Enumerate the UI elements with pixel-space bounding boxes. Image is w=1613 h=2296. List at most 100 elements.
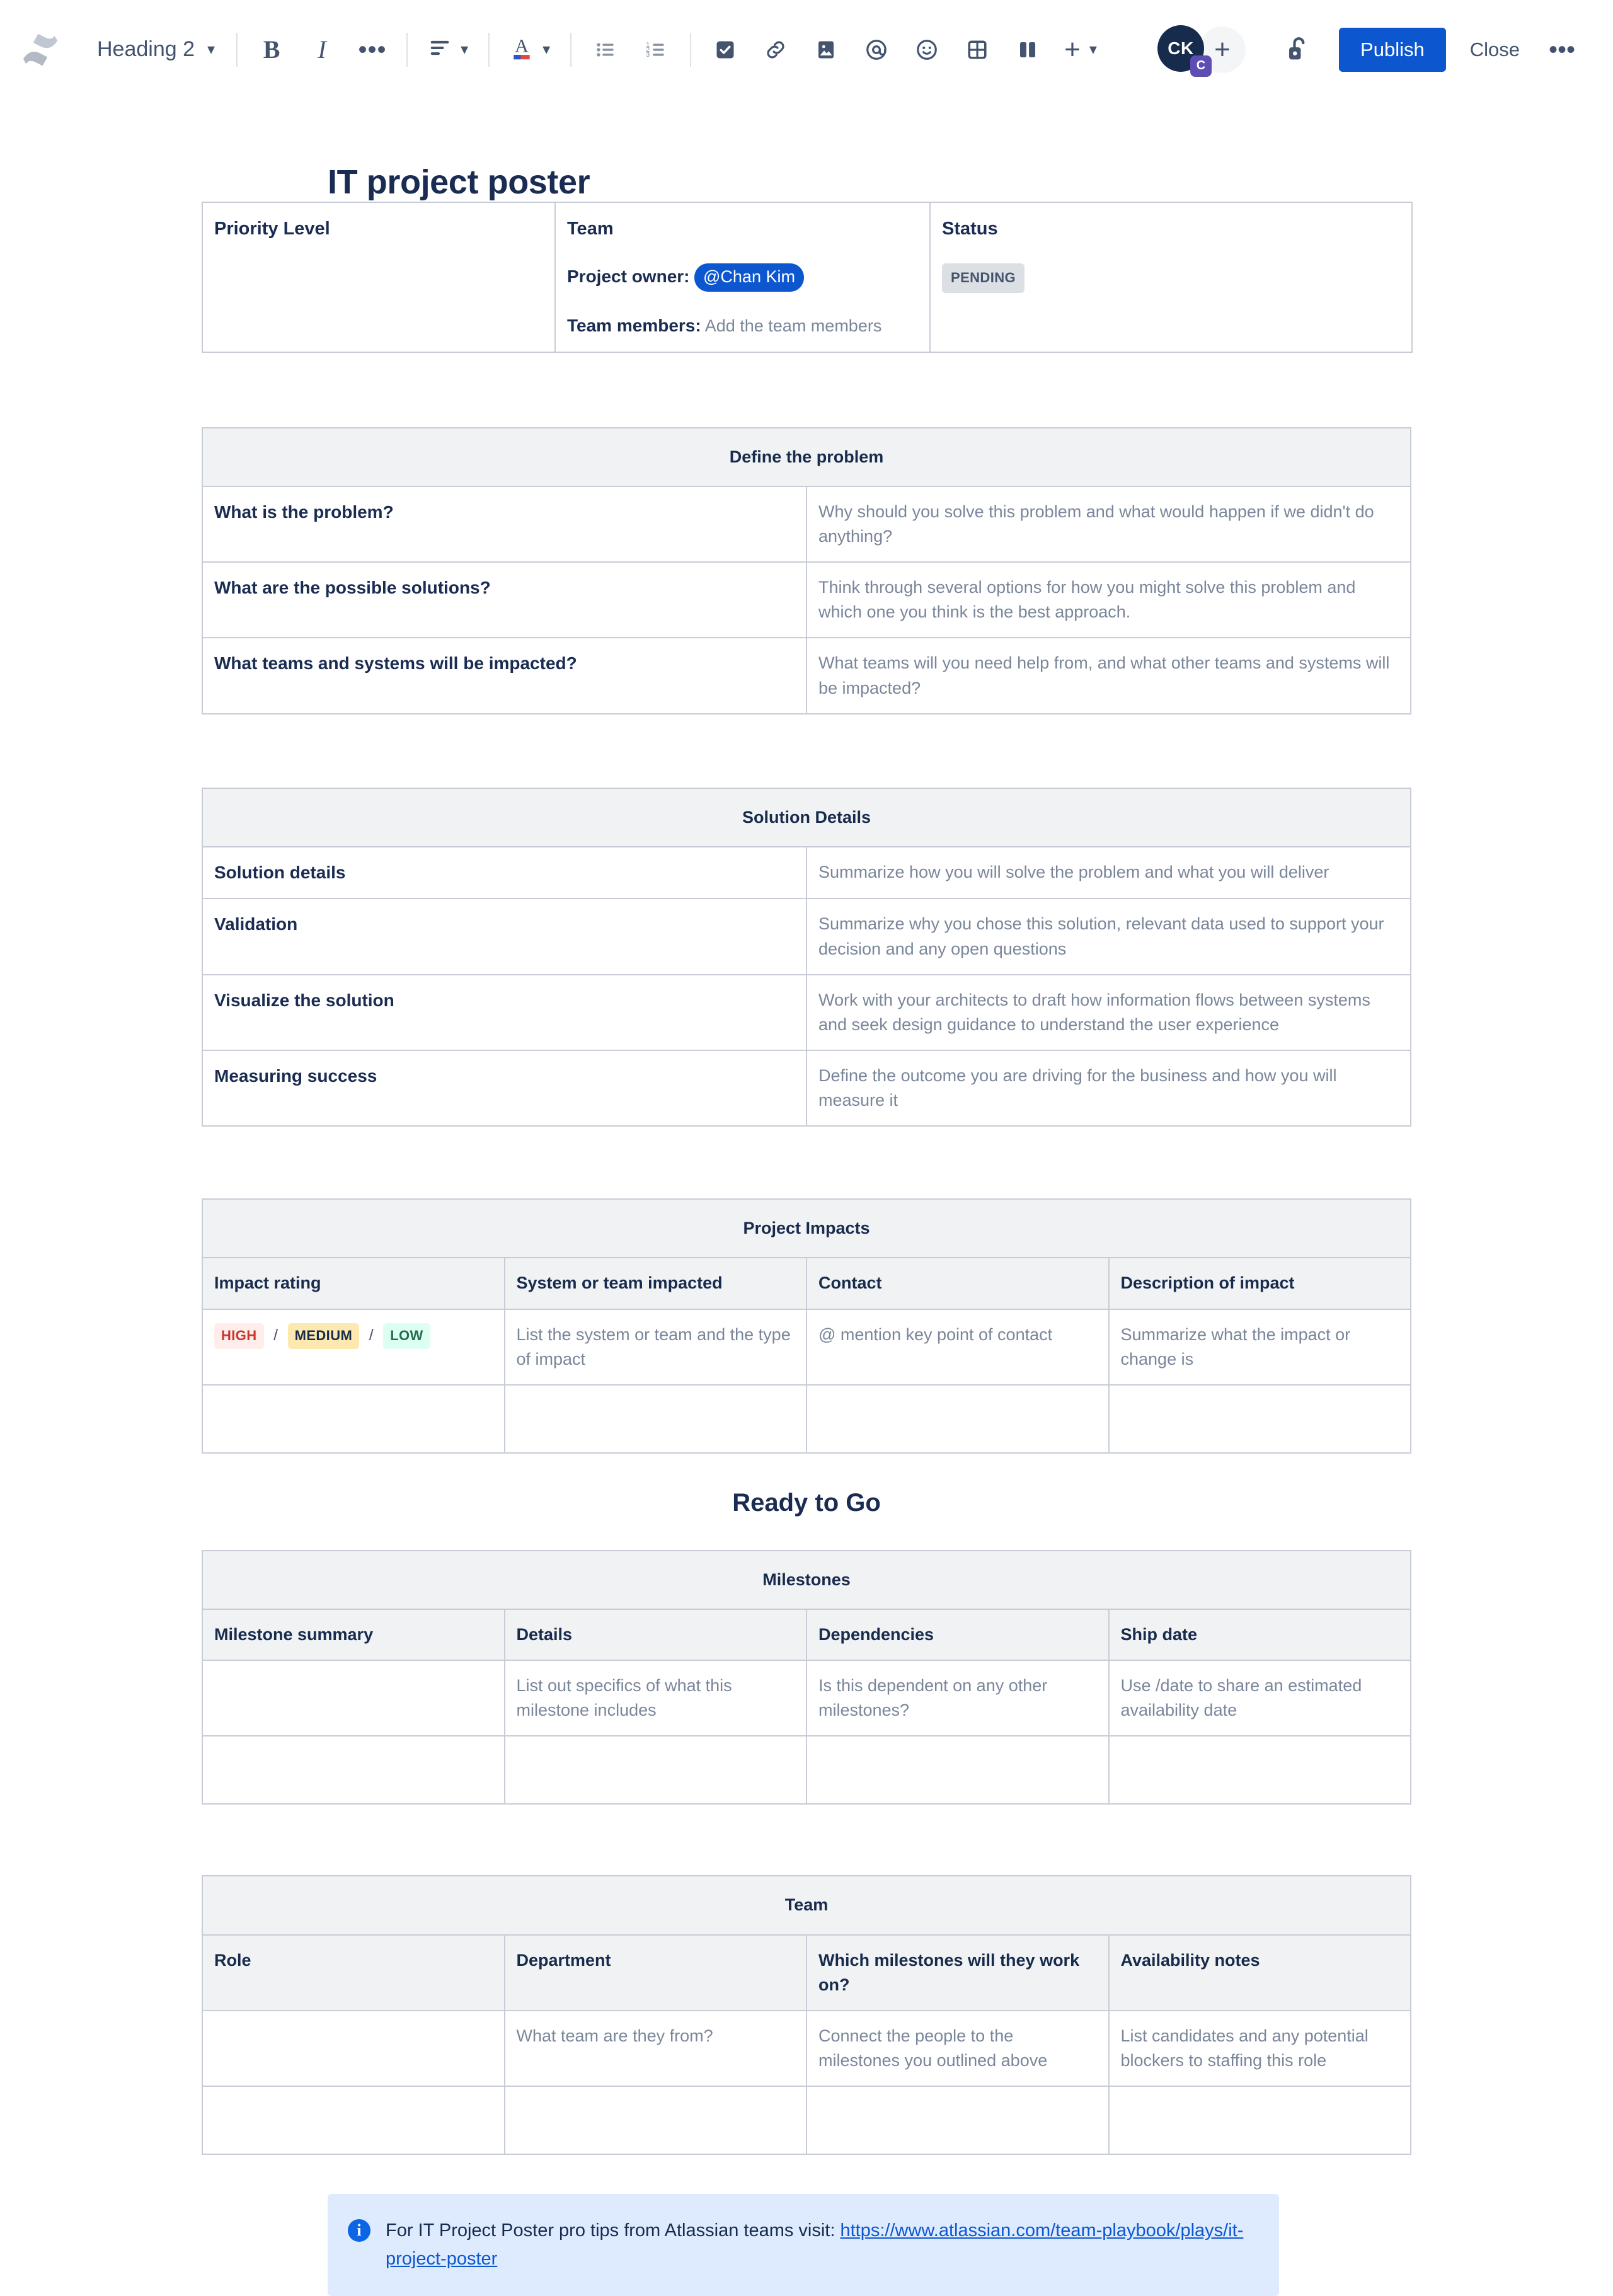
cell-label[interactable]: Measuring success — [202, 1050, 807, 1127]
table-title-row: Project Impacts — [202, 1198, 1411, 1259]
team-table[interactable]: Team Role Department Which milestones wi… — [202, 1875, 1411, 2155]
cell-description[interactable]: Summarize what the impact or change is — [1108, 1308, 1411, 1386]
mention-at-icon[interactable] — [856, 30, 897, 70]
cell-ship-date[interactable]: Use /date to share an estimated availabi… — [1108, 1660, 1411, 1737]
bold-button[interactable]: B — [251, 30, 292, 70]
project-impacts-table[interactable]: Project Impacts Impact rating System or … — [202, 1198, 1411, 1454]
page-layout-icon[interactable] — [1007, 30, 1048, 70]
close-button[interactable]: Close — [1456, 28, 1534, 71]
cell-value[interactable]: Why should you solve this problem and wh… — [806, 485, 1411, 563]
badge-medium[interactable]: MEDIUM — [287, 1323, 360, 1350]
cell-empty[interactable] — [1108, 1384, 1411, 1454]
text-color-icon: A — [510, 35, 534, 64]
milestones-table[interactable]: Milestones Milestone summary Details Dep… — [202, 1549, 1411, 1805]
cell-empty[interactable] — [1108, 1735, 1411, 1805]
define-problem-table[interactable]: Define the problem What is the problem? … — [202, 427, 1411, 715]
image-icon[interactable] — [806, 30, 846, 70]
emoji-smiley-icon[interactable] — [907, 30, 947, 70]
col-dependencies[interactable]: Dependencies — [806, 1608, 1110, 1662]
row-placeholder: Why should you solve this problem and wh… — [818, 502, 1374, 546]
cell-empty[interactable] — [202, 1735, 505, 1805]
ready-to-go-heading[interactable]: Ready to Go — [202, 1489, 1411, 1517]
col-ship-date[interactable]: Ship date — [1108, 1608, 1411, 1662]
cell-which-milestones[interactable]: Connect the people to the milestones you… — [806, 2009, 1110, 2087]
text-align-button[interactable]: ▾ — [422, 30, 474, 70]
avatar[interactable]: CK C — [1157, 25, 1212, 77]
text-style-dropdown[interactable]: Heading 2 ▾ — [89, 33, 222, 66]
cell-label[interactable]: Visualize the solution — [202, 973, 807, 1052]
link-icon[interactable] — [755, 30, 796, 70]
col-details[interactable]: Details — [503, 1608, 807, 1662]
solution-details-table[interactable]: Solution Details Solution details Summar… — [202, 787, 1411, 1127]
col-system-team[interactable]: System or team impacted — [503, 1257, 807, 1310]
cell-system-team[interactable]: List the system or team and the type of … — [503, 1308, 807, 1386]
numbered-list-button[interactable]: 1 2 3 — [636, 30, 676, 70]
cell-dependencies[interactable]: Is this dependent on any other milestone… — [806, 1660, 1110, 1737]
table-row: What team are they from? Connect the peo… — [202, 2009, 1411, 2087]
italic-button[interactable]: I — [302, 30, 342, 70]
status-badge[interactable]: PENDING — [942, 263, 1025, 293]
col-availability-notes[interactable]: Availability notes — [1108, 1934, 1411, 2011]
cell-label[interactable]: What teams and systems will be impacted? — [202, 637, 807, 715]
more-formatting-button[interactable]: ••• — [352, 30, 393, 70]
overview-table[interactable]: Priority Level Team Project owner: @Chan… — [202, 202, 1413, 353]
cell-value[interactable]: Summarize why you chose this solution, r… — [806, 898, 1411, 975]
plus-icon: + — [1064, 33, 1081, 65]
bullet-list-button[interactable] — [585, 30, 626, 70]
badge-low[interactable]: LOW — [383, 1323, 430, 1350]
publish-button[interactable]: Publish — [1339, 27, 1446, 72]
cell-details[interactable]: List out specifics of what this mileston… — [503, 1660, 807, 1737]
cell-label[interactable]: What is the problem? — [202, 485, 807, 563]
cell-value[interactable]: Work with your architects to draft how i… — [806, 973, 1411, 1052]
col-which-milestones[interactable]: Which milestones will they work on? — [806, 1934, 1110, 2011]
row-placeholder: Work with your architects to draft how i… — [818, 990, 1370, 1034]
cell-milestone-summary[interactable] — [202, 1660, 505, 1737]
cell-empty[interactable] — [202, 2086, 505, 2155]
col-role[interactable]: Role — [202, 1934, 505, 2011]
col-milestone-summary[interactable]: Milestone summary — [202, 1608, 505, 1662]
cell-label[interactable]: What are the possible solutions? — [202, 561, 807, 639]
cell-label[interactable]: Validation — [202, 898, 807, 975]
team-members-placeholder[interactable]: Add the team members — [705, 316, 882, 335]
cell-value[interactable]: Summarize how you will solve the problem… — [806, 846, 1411, 900]
cell-empty[interactable] — [202, 1384, 505, 1454]
cell-priority-level[interactable]: Priority Level — [202, 202, 556, 353]
col-description[interactable]: Description of impact — [1108, 1257, 1411, 1310]
cell-team[interactable]: Team Project owner: @Chan Kim Team membe… — [554, 202, 931, 353]
cell-availability-notes[interactable]: List candidates and any potential blocke… — [1108, 2009, 1411, 2087]
cell-label[interactable]: Solution details — [202, 846, 807, 900]
row-label: What are the possible solutions? — [214, 578, 491, 598]
text-color-button[interactable]: A ▾ — [503, 30, 556, 70]
checkbox-task-button[interactable] — [705, 30, 745, 70]
cell-status[interactable]: Status PENDING — [929, 202, 1413, 353]
cell-value[interactable]: Think through several options for how yo… — [806, 561, 1411, 639]
col-impact-rating[interactable]: Impact rating — [202, 1257, 505, 1310]
table-icon[interactable] — [957, 30, 997, 70]
table-row-empty — [202, 1384, 1411, 1454]
cell-department[interactable]: What team are they from? — [503, 2009, 807, 2087]
cell-empty[interactable] — [503, 1384, 807, 1454]
col-department[interactable]: Department — [503, 1934, 807, 2011]
cell-value[interactable]: What teams will you need help from, and … — [806, 637, 1411, 715]
cell-role[interactable] — [202, 2009, 505, 2087]
cell-empty[interactable] — [503, 1735, 807, 1805]
insert-more-button[interactable]: + ▾ — [1058, 30, 1103, 70]
row-placeholder: What team are they from? — [516, 2026, 713, 2045]
cell-impact-rating[interactable]: HIGH / MEDIUM / LOW — [202, 1308, 505, 1386]
more-options-button[interactable]: ••• — [1539, 37, 1585, 62]
col-contact[interactable]: Contact — [806, 1257, 1110, 1310]
list-group: 1 2 3 — [585, 30, 676, 70]
badge-high[interactable]: HIGH — [214, 1323, 264, 1350]
cell-empty[interactable] — [1108, 2086, 1411, 2155]
cell-contact[interactable]: @ mention key point of contact — [806, 1308, 1110, 1386]
confluence-logo-icon[interactable] — [16, 26, 64, 74]
page-title[interactable]: IT project poster — [328, 163, 1613, 202]
unlocked-padlock-icon[interactable] — [1275, 26, 1323, 74]
cell-empty[interactable] — [806, 1735, 1110, 1805]
cell-empty[interactable] — [806, 2086, 1110, 2155]
cell-empty[interactable] — [503, 2086, 807, 2155]
mention-chip-project-owner[interactable]: @Chan Kim — [694, 263, 804, 292]
cell-value[interactable]: Define the outcome you are driving for t… — [806, 1050, 1411, 1127]
row-placeholder: List the system or team and the type of … — [516, 1324, 791, 1369]
cell-empty[interactable] — [806, 1384, 1110, 1454]
